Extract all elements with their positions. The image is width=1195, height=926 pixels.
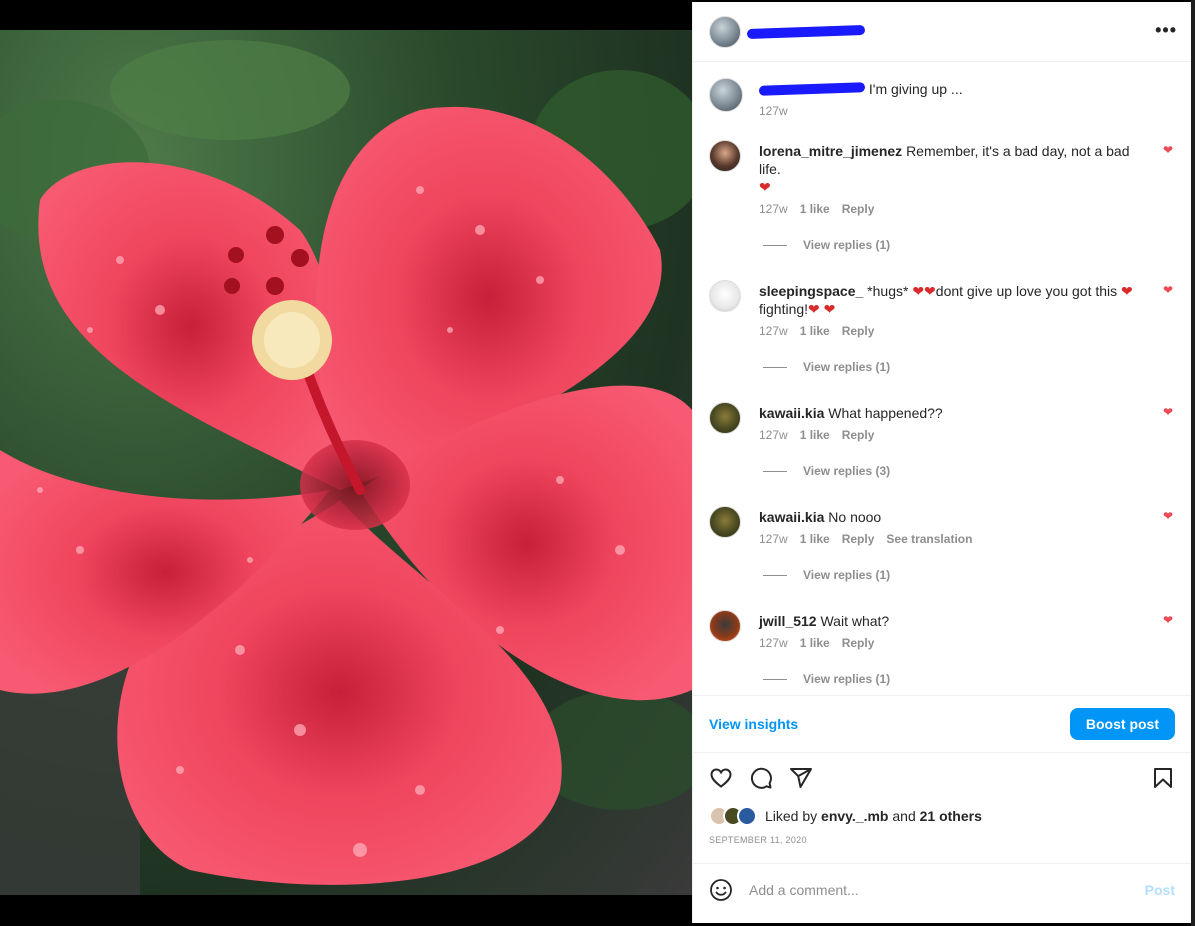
- comment-username[interactable]: kawaii.kia: [759, 405, 824, 421]
- view-replies-button[interactable]: View replies (1): [763, 238, 1175, 252]
- view-replies-label: View replies (3): [803, 464, 891, 478]
- emoji-icon[interactable]: [709, 878, 733, 902]
- liked-by-others[interactable]: 21 others: [920, 808, 982, 824]
- reply-button[interactable]: Reply: [842, 532, 875, 546]
- more-horizontal-icon: •••: [1155, 20, 1177, 40]
- view-replies-button[interactable]: View replies (3): [763, 464, 1175, 478]
- post-caption: I'm giving up ... 127w: [709, 76, 1175, 118]
- divider: [763, 470, 787, 472]
- comment-time: 127w: [759, 324, 788, 338]
- liked-heart-icon[interactable]: ❤: [1163, 406, 1175, 418]
- post-photo: [0, 30, 692, 895]
- comment-text: Wait what?: [820, 613, 890, 629]
- divider: [763, 366, 787, 368]
- avatar[interactable]: [709, 15, 741, 48]
- view-replies-label: View replies (1): [803, 238, 891, 252]
- hibiscus-flower-image: [0, 40, 692, 895]
- avatar[interactable]: [709, 506, 741, 538]
- divider: [763, 244, 787, 246]
- heart-emoji: ❤: [1121, 283, 1133, 299]
- see-translation-button[interactable]: See translation: [886, 532, 972, 546]
- boost-post-button[interactable]: Boost post: [1069, 708, 1175, 740]
- comment-time: 127w: [759, 202, 788, 216]
- comment-likes[interactable]: 1 like: [800, 636, 830, 650]
- insights-bar: View insights Boost post: [693, 695, 1191, 753]
- comment-text: What happened??: [828, 405, 943, 421]
- view-replies-button[interactable]: View replies (1): [763, 360, 1175, 374]
- comment-username[interactable]: sleepingspace_: [759, 283, 863, 299]
- caption-text: I'm giving up ...: [868, 81, 963, 97]
- reply-button[interactable]: Reply: [842, 428, 875, 442]
- avatar[interactable]: [709, 610, 741, 642]
- reply-button[interactable]: Reply: [842, 324, 875, 338]
- comments-list: I'm giving up ... 127w lorena_mitre_jime…: [693, 62, 1191, 695]
- window-edge: [1191, 0, 1195, 926]
- avatar: [737, 806, 757, 826]
- post-button[interactable]: Post: [1145, 882, 1175, 898]
- comment-time: 127w: [759, 532, 788, 546]
- avatar[interactable]: [709, 140, 741, 172]
- heart-icon[interactable]: [709, 766, 733, 790]
- comment-text: dont give up love you got this: [935, 283, 1118, 299]
- view-insights-link[interactable]: View insights: [709, 716, 798, 732]
- bookmark-icon[interactable]: [1151, 766, 1175, 790]
- comment-icon[interactable]: [749, 766, 773, 790]
- caption-time: 127w: [759, 104, 788, 118]
- heart-emoji: ❤: [759, 179, 771, 195]
- heart-emoji: ❤❤: [912, 283, 936, 299]
- redacted-username: [746, 24, 866, 39]
- reply-button[interactable]: Reply: [842, 202, 875, 216]
- view-replies-label: View replies (1): [803, 568, 891, 582]
- comment-likes[interactable]: 1 like: [800, 532, 830, 546]
- comment-text: *hugs*: [867, 283, 909, 299]
- post-actions: [693, 753, 1191, 803]
- comment-item: lorena_mitre_jimenez Remember, it's a ba…: [709, 138, 1175, 216]
- comment-item: kawaii.kia No nooo 127w 1 like Reply See…: [709, 504, 1175, 546]
- likes-summary: Liked by envy._.mb and 21 others: [693, 803, 1191, 829]
- liked-heart-icon[interactable]: ❤: [1163, 614, 1175, 626]
- view-replies-label: View replies (1): [803, 672, 891, 686]
- reply-button[interactable]: Reply: [842, 636, 875, 650]
- avatar[interactable]: [709, 280, 741, 312]
- add-comment-bar: Post: [693, 863, 1191, 916]
- comment-text: No nooo: [828, 509, 882, 525]
- avatar[interactable]: [709, 78, 743, 112]
- post-media: [0, 0, 692, 926]
- comment-username[interactable]: lorena_mitre_jimenez: [759, 143, 902, 159]
- liked-by-middle: and: [892, 808, 916, 824]
- comment-item: kawaii.kia What happened?? 127w 1 like R…: [709, 400, 1175, 442]
- divider: [763, 678, 787, 680]
- post-side-panel: ••• I'm giving up ... 127w lorena_mitre_…: [692, 2, 1191, 923]
- share-icon[interactable]: [789, 766, 813, 790]
- comment-item: jwill_512 Wait what? 127w 1 like Reply ❤: [709, 608, 1175, 650]
- redacted-username: [758, 82, 866, 96]
- liked-heart-icon[interactable]: ❤: [1163, 284, 1175, 296]
- heart-emoji: ❤ ❤: [808, 301, 836, 317]
- avatar[interactable]: [709, 402, 741, 434]
- comment-time: 127w: [759, 636, 788, 650]
- divider: [763, 574, 787, 576]
- view-replies-button[interactable]: View replies (1): [763, 568, 1175, 582]
- liked-by-user[interactable]: envy._.mb: [821, 808, 888, 824]
- liker-avatars: [709, 806, 757, 826]
- liked-heart-icon[interactable]: ❤: [1163, 144, 1175, 156]
- view-replies-label: View replies (1): [803, 360, 891, 374]
- post-header: •••: [693, 2, 1191, 62]
- liked-heart-icon[interactable]: ❤: [1163, 510, 1175, 522]
- view-replies-button[interactable]: View replies (1): [763, 672, 1175, 686]
- comment-time: 127w: [759, 428, 788, 442]
- comment-likes[interactable]: 1 like: [800, 324, 830, 338]
- comment-text: fighting!: [759, 301, 809, 317]
- comment-item: sleepingspace_ *hugs* ❤❤dont give up lov…: [709, 278, 1175, 338]
- comment-likes[interactable]: 1 like: [800, 428, 830, 442]
- post-date: SEPTEMBER 11, 2020: [709, 835, 807, 845]
- liked-by-prefix: Liked by: [765, 808, 818, 824]
- comment-username[interactable]: kawaii.kia: [759, 509, 824, 525]
- comment-likes[interactable]: 1 like: [800, 202, 830, 216]
- more-options-button[interactable]: •••: [1155, 20, 1177, 41]
- comment-username[interactable]: jwill_512: [759, 613, 817, 629]
- comment-input[interactable]: [749, 882, 1145, 898]
